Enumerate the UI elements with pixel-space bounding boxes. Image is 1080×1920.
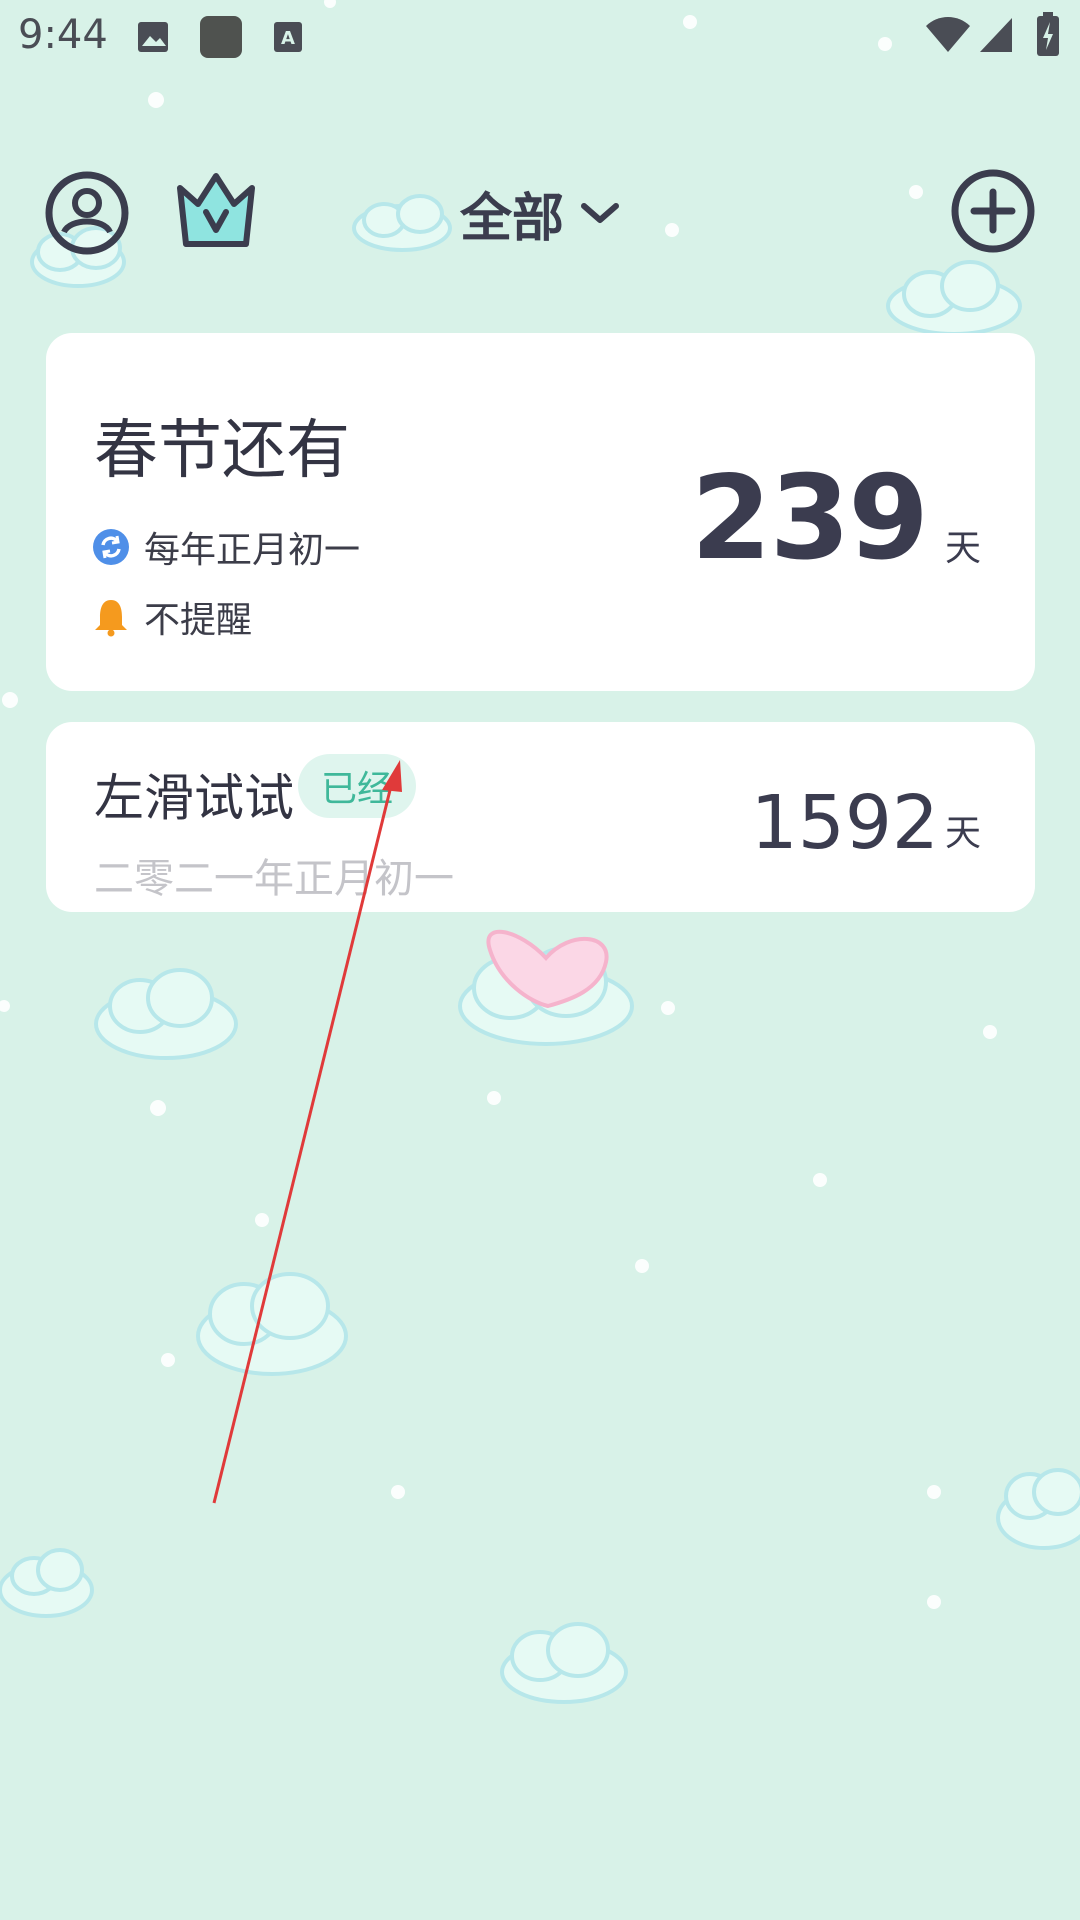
days-count: 1592	[750, 780, 939, 866]
countdown-card-second[interactable]: 左滑试试 已经 二零二一年正月初一 1592 天	[46, 722, 1035, 912]
countdown-card-main[interactable]: 春节还有 每年正月初一 不提醒 239 天	[46, 333, 1035, 691]
cloud-decoration	[996, 1468, 1080, 1550]
status-badge: 已经	[298, 754, 416, 818]
days-count: 239	[690, 451, 929, 586]
filter-label: 全部	[460, 188, 565, 249]
days-unit: 天	[944, 813, 981, 854]
status-time: 9:44	[18, 12, 108, 58]
reminder-text: 不提醒	[144, 600, 253, 641]
status-bar: 9:44 A	[0, 0, 1080, 72]
event-date: 二零二一年正月初一	[94, 856, 454, 902]
category-filter[interactable]: 全部	[460, 180, 622, 249]
wifi-icon	[926, 17, 970, 52]
signal-icon	[980, 18, 1012, 52]
text-icon: A	[274, 22, 302, 52]
reminder-row: 不提醒	[92, 591, 252, 643]
background-decoration	[0, 0, 1080, 1920]
battery-icon	[1037, 12, 1059, 56]
image-icon	[138, 22, 168, 52]
bell-icon	[95, 600, 127, 637]
days-unit: 天	[944, 528, 981, 569]
add-button[interactable]	[950, 168, 1036, 254]
app-icon	[200, 16, 242, 58]
repeat-row: 每年正月初一	[92, 521, 360, 573]
event-title: 左滑试试	[94, 769, 294, 827]
event-title: 春节还有	[94, 414, 350, 488]
chevron-down-icon	[581, 203, 620, 223]
svg-text:A: A	[281, 28, 295, 49]
crown-icon[interactable]	[172, 168, 260, 254]
repeat-icon	[93, 529, 129, 565]
profile-icon[interactable]	[44, 170, 130, 256]
repeat-text: 每年正月初一	[144, 530, 361, 571]
